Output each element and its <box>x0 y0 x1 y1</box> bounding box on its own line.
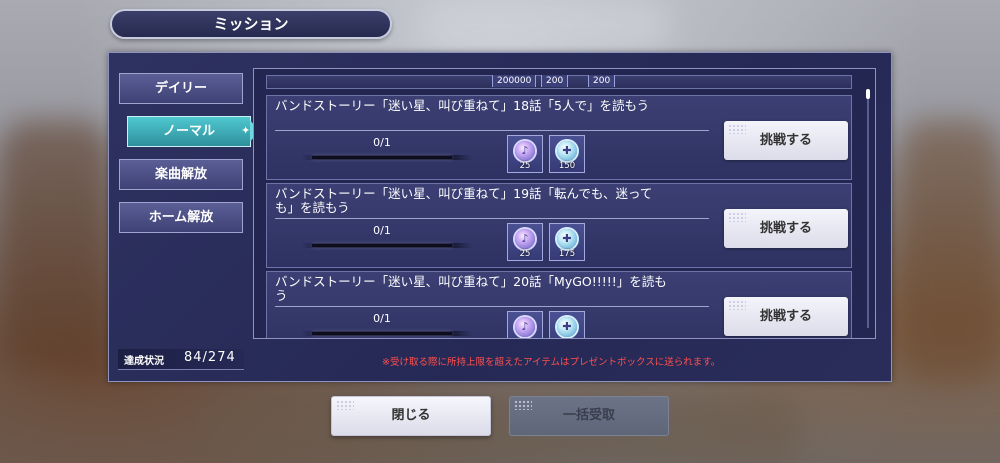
bulk-receive-button[interactable]: 一括受取 <box>509 396 669 436</box>
reward-slot: ✚ <box>549 311 585 338</box>
reward-count: 175 <box>558 249 576 259</box>
progress-bar <box>312 156 452 159</box>
dots-decoration <box>728 212 746 222</box>
mission-row: バンドストーリー「迷い星、叫び重ねて」20話「MyGO!!!!!」を読もう 0/… <box>266 271 852 338</box>
dots-decoration <box>728 300 746 310</box>
progress-bar <box>312 332 452 335</box>
mission-title: バンドストーリー「迷い星、叫び重ねて」20話「MyGO!!!!!」を読もう <box>275 274 667 303</box>
star-gem-icon: ♪ <box>515 317 535 337</box>
mission-row: バンドストーリー「迷い星、叫び重ねて」19話「転んでも、迷っても」を読もう 0/… <box>266 183 852 268</box>
reward-slot: ♪ 25 <box>507 223 543 261</box>
progress-text: 0/1 <box>373 224 391 237</box>
dots-decoration <box>514 400 532 410</box>
page-title: ミッション <box>110 9 392 39</box>
tab-daily[interactable]: デイリー <box>119 73 243 104</box>
reward-slot: ✚ 175 <box>549 223 585 261</box>
reward-slot: ✚ 150 <box>549 135 585 173</box>
blue-gem-icon: ✚ <box>557 317 577 337</box>
status-label: 達成状況 <box>124 356 164 367</box>
sparkle-icon: ✦ <box>241 124 251 137</box>
reward-slot: ♪ 25 <box>507 135 543 173</box>
tab-home-unlock[interactable]: ホーム解放 <box>119 202 243 233</box>
mission-list[interactable]: 200000 200 200 バンドストーリー「迷い星、叫び重ねて」18話「5人… <box>253 68 876 339</box>
reward-count: 25 <box>519 161 531 171</box>
challenge-button[interactable]: 挑戦する <box>724 297 848 336</box>
divider <box>275 218 709 219</box>
divider <box>275 130 709 131</box>
mission-row: バンドストーリー「迷い星、叫び重ねて」18話「5人で」を読もう 0/1 ♪ 25… <box>266 95 852 180</box>
close-button-label: 閉じる <box>391 408 431 423</box>
blue-gem-icon: ✚ <box>557 229 577 249</box>
challenge-button-label: 挑戦する <box>759 221 812 236</box>
progress-text: 0/1 <box>373 136 391 149</box>
scroll-thumb[interactable] <box>866 89 870 99</box>
reward-count: 150 <box>558 161 576 171</box>
challenge-button[interactable]: 挑戦する <box>724 121 848 160</box>
star-gem-icon: ♪ <box>515 141 535 161</box>
challenge-button-label: 挑戦する <box>759 309 812 324</box>
challenge-button[interactable]: 挑戦する <box>724 209 848 248</box>
dots-decoration <box>336 400 354 410</box>
challenge-button-label: 挑戦する <box>759 133 812 148</box>
overflow-notice: ※受け取る際に所持上限を超えたアイテムはプレゼントボックスに送られます。 <box>382 357 721 368</box>
status-value: 84/274 <box>184 350 236 365</box>
star-gem-icon: ♪ <box>515 229 535 249</box>
blue-gem-icon: ✚ <box>557 141 577 161</box>
bulk-receive-button-label: 一括受取 <box>562 408 615 423</box>
mission-title: バンドストーリー「迷い星、叫び重ねて」19話「転んでも、迷っても」を読もう <box>275 186 653 215</box>
progress-bar <box>312 244 452 247</box>
mission-title: バンドストーリー「迷い星、叫び重ねて」18話「5人で」を読もう <box>275 98 650 113</box>
dots-decoration <box>728 124 746 134</box>
scrollbar[interactable] <box>866 89 870 328</box>
reward-count: 200000 <box>492 75 537 87</box>
reward-count: 25 <box>519 249 531 259</box>
divider <box>275 306 709 307</box>
progress-text: 0/1 <box>373 312 391 325</box>
tab-normal[interactable]: ノーマル <box>127 116 251 147</box>
tab-song-unlock[interactable]: 楽曲解放 <box>119 159 243 190</box>
reward-slot: ♪ <box>507 311 543 338</box>
achievement-status: 達成状況 84/274 <box>118 349 244 370</box>
reward-count: 200 <box>588 75 616 87</box>
reward-count: 200 <box>541 75 569 87</box>
close-button[interactable]: 閉じる <box>331 396 491 436</box>
